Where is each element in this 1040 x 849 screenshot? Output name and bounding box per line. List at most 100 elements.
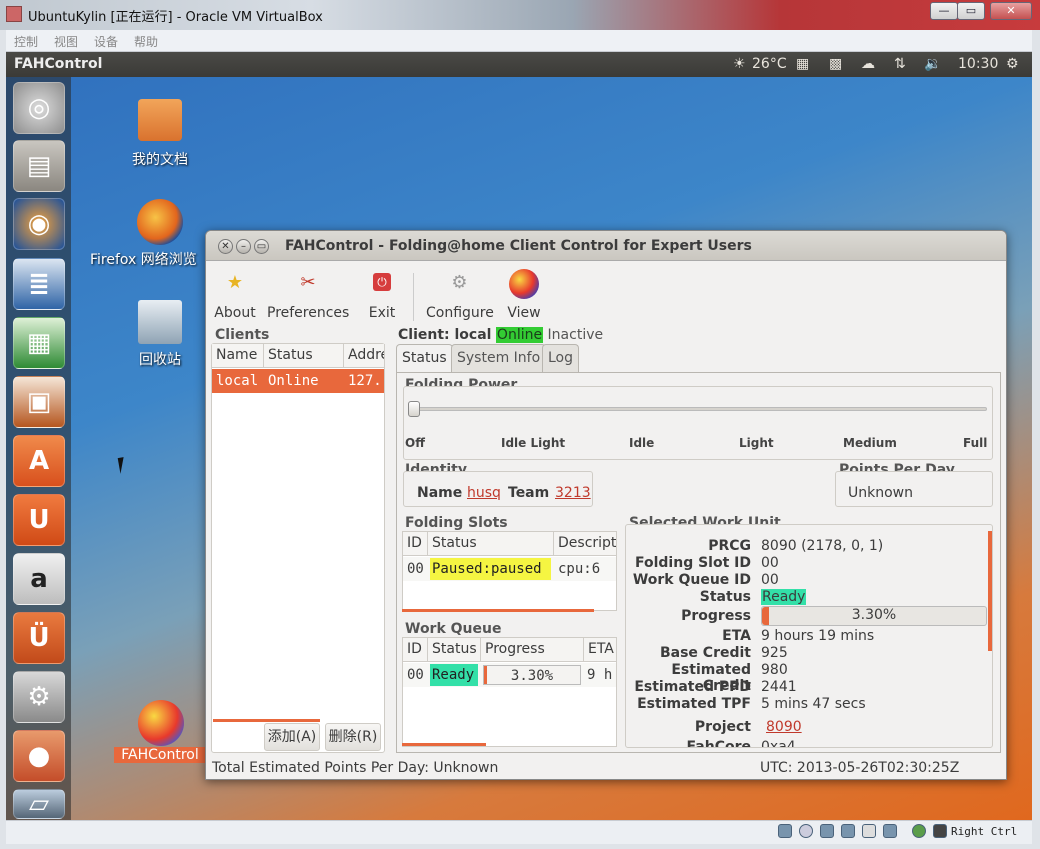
tab-log[interactable]: Log — [542, 344, 580, 372]
optical-drive-icon[interactable] — [799, 824, 813, 838]
delete-client-button[interactable]: 删除(R) — [325, 723, 381, 751]
add-client-button[interactable]: 添加(A) — [264, 723, 320, 751]
folder-icon[interactable] — [138, 99, 182, 141]
software-center-icon[interactable]: A — [13, 435, 65, 487]
window-close-button[interactable]: ✕ — [218, 239, 233, 254]
close-button[interactable]: ✕ — [990, 2, 1032, 20]
usb-icon[interactable] — [820, 824, 834, 838]
fah-logo-icon[interactable] — [138, 700, 184, 746]
exit-button[interactable]: ⏻ Exit — [366, 269, 398, 321]
configure-button[interactable]: ⚙ Configure — [426, 269, 494, 322]
panel-clock[interactable]: 10:30 — [958, 56, 998, 72]
folding-slots-table: ID Status Descripti 00 Paused:paused cpu… — [402, 531, 617, 611]
workspaces-icon[interactable]: ▱ — [13, 789, 65, 819]
identity-name-value[interactable]: husq — [467, 485, 501, 501]
slots-col-status[interactable]: Status — [428, 532, 554, 556]
desktop-trash-label[interactable]: 回收站 — [100, 349, 220, 369]
wu-est-ppd-label: Estimated PPD — [634, 679, 751, 695]
wu-eta-value: 9 hours 19 mins — [761, 628, 875, 644]
system-settings-icon[interactable]: ⚙ — [13, 671, 65, 723]
gear-icon[interactable]: ⚙ — [1006, 56, 1019, 72]
desktop-firefox-label[interactable]: Firefox 网络浏览 — [90, 249, 210, 269]
queue-col-progress[interactable]: Progress — [481, 638, 584, 662]
folding-power-slider[interactable] — [408, 401, 420, 417]
utc-time-status: UTC: 2013-05-26T02:30:25Z — [760, 760, 960, 776]
wu-base-credit-label: Base Credit — [659, 645, 751, 661]
network-icon[interactable]: ⇅ — [894, 56, 906, 72]
wu-prcg-label: PRCG — [708, 538, 751, 554]
queue-col-status[interactable]: Status — [428, 638, 481, 662]
queue-id: 00 — [407, 667, 424, 683]
slot-status-badge: Paused:paused — [430, 558, 551, 580]
desktop-fahcontrol-label[interactable]: FAHControl — [114, 747, 206, 763]
mouse-integration-icon[interactable] — [912, 824, 926, 838]
ubuntu-one-icon[interactable]: U — [13, 494, 65, 546]
wu-fahcore-label: FahCore — [686, 739, 751, 748]
exit-label: Exit — [368, 305, 396, 321]
files-icon[interactable]: ▤ — [13, 140, 65, 192]
slots-col-description[interactable]: Descripti — [554, 532, 616, 556]
amazon-icon[interactable]: a — [13, 553, 65, 605]
wu-est-tpf-value: 5 mins 47 secs — [761, 696, 866, 712]
volume-icon[interactable]: 🔉 — [924, 56, 941, 72]
calendar-icon[interactable]: ▦ — [796, 56, 809, 72]
about-button[interactable]: ★ About — [213, 269, 257, 322]
display-icon[interactable] — [883, 824, 897, 838]
queue-col-eta[interactable]: ETA — [584, 638, 616, 662]
window-minimize-button[interactable]: – — [236, 239, 251, 254]
work-unit-scrollbar[interactable] — [988, 531, 992, 651]
host-menu-view[interactable]: 视图 — [54, 33, 78, 50]
hard-disk-icon[interactable] — [778, 824, 792, 838]
firefox-icon[interactable] — [137, 199, 183, 245]
keyboard-indicator-icon[interactable]: ▩ — [829, 56, 842, 72]
table-row[interactable]: local Online 127. — [212, 369, 384, 393]
power-level-light: Light — [739, 436, 774, 450]
clients-col-name[interactable]: Name — [212, 344, 264, 368]
minimize-button[interactable]: — — [930, 2, 958, 20]
queue-col-id[interactable]: ID — [403, 638, 428, 662]
tab-status[interactable]: Status — [396, 344, 453, 373]
weather-temperature[interactable]: 26°C — [752, 56, 787, 72]
clients-col-address[interactable]: Addre — [344, 344, 385, 368]
weather-icon[interactable]: ☀ — [733, 56, 746, 72]
dash-home-icon[interactable]: ◎ — [13, 82, 65, 134]
fahcontrol-launcher-icon[interactable]: ● — [13, 730, 65, 782]
slots-col-id[interactable]: ID — [403, 532, 428, 556]
tab-system-info[interactable]: System Info — [451, 344, 547, 372]
total-ppd-status: Total Estimated Points Per Day: Unknown — [212, 760, 499, 776]
wu-eta-label: ETA — [722, 628, 751, 644]
trash-icon[interactable] — [138, 300, 182, 344]
desktop-documents-label[interactable]: 我的文档 — [100, 149, 220, 169]
clients-table: Name Status Addre local Online 127. — [211, 343, 385, 753]
writer-icon[interactable]: ≣ — [13, 258, 65, 310]
table-row[interactable]: 00 Paused:paused cpu:6 — [403, 557, 616, 581]
wu-queue-value: 00 — [761, 572, 779, 588]
ubuntu-one-music-icon[interactable]: Ü — [13, 612, 65, 664]
clients-heading: Clients — [215, 327, 270, 343]
shared-folders-icon[interactable] — [862, 824, 876, 838]
wu-progress-text: 3.30% — [851, 607, 897, 623]
host-menu-devices[interactable]: 设备 — [94, 33, 118, 50]
power-level-medium: Medium — [843, 436, 897, 450]
power-icon: ⏻ — [373, 273, 391, 291]
firefox-icon[interactable]: ◉ — [13, 198, 65, 250]
calc-icon[interactable]: ▦ — [13, 317, 65, 369]
ppd-value: Unknown — [848, 485, 913, 501]
impress-icon[interactable]: ▣ — [13, 376, 65, 428]
network-adapter-icon[interactable] — [841, 824, 855, 838]
work-unit-box: PRCG 8090 (2178, 0, 1) Folding Slot ID 0… — [625, 524, 993, 748]
cloud-icon[interactable]: ☁ — [861, 56, 875, 72]
preferences-button[interactable]: ✂ Preferences — [267, 269, 349, 322]
host-menu-help[interactable]: 帮助 — [134, 33, 158, 50]
wu-project-link[interactable]: 8090 — [766, 719, 802, 735]
table-row[interactable]: 00 Ready 3.30% 9 h — [403, 663, 616, 687]
view-button[interactable]: View — [506, 269, 542, 321]
window-maximize-button[interactable]: ▭ — [254, 239, 269, 254]
host-key-arrow-icon[interactable] — [933, 824, 947, 838]
clients-col-status[interactable]: Status — [264, 344, 344, 368]
maximize-button[interactable]: ▭ — [957, 2, 985, 20]
host-statusbar — [6, 820, 1032, 844]
host-menu-control[interactable]: 控制 — [14, 33, 38, 50]
queue-progress-text: 3.30% — [510, 668, 554, 684]
identity-team-value[interactable]: 3213 — [555, 485, 591, 501]
